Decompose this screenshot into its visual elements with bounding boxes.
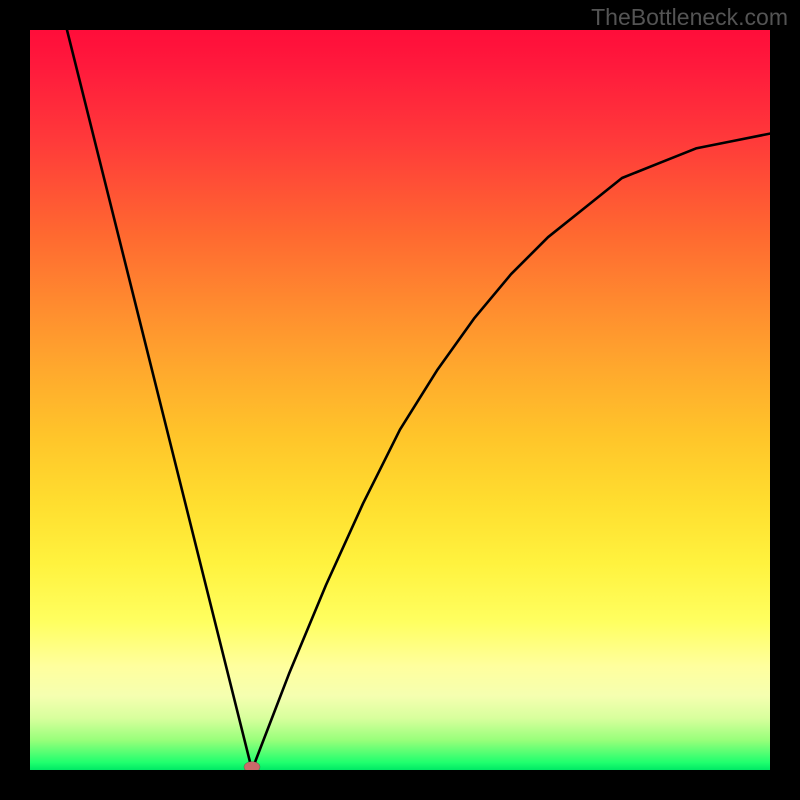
- bottleneck-curve: [30, 30, 770, 770]
- plot-area: [30, 30, 770, 770]
- chart-frame: TheBottleneck.com: [0, 0, 800, 800]
- watermark-text: TheBottleneck.com: [591, 4, 788, 31]
- curve-svg: [30, 30, 770, 770]
- minimum-marker: [244, 762, 260, 771]
